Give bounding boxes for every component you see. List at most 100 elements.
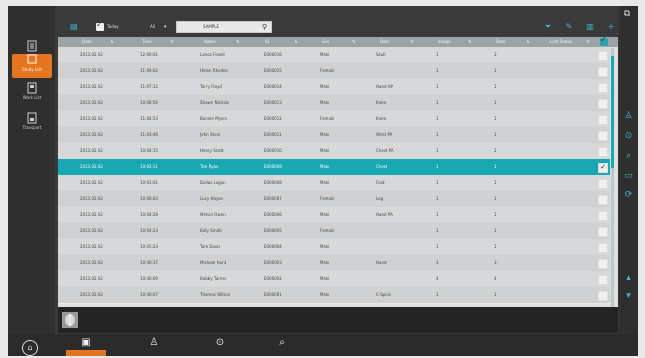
sort-icon[interactable]: ⇅ — [236, 37, 239, 47]
select-all-checkbox[interactable] — [600, 35, 608, 46]
person-standing-icon[interactable]: ♙ — [622, 110, 635, 122]
screen-icon[interactable]: ⧉ — [620, 8, 634, 20]
table-body: 2013.02.02 12:00:01 Lance Foxell E000016 Mal… — [58, 47, 610, 307]
add-icon[interactable]: + — [605, 21, 617, 33]
nav-item-work-list[interactable]: Work List — [12, 82, 52, 106]
cell-sex: Female — [320, 68, 335, 73]
bottom-tab-review[interactable]: ⌕ — [262, 334, 302, 356]
table-row[interactable]: 2013.02.02 11:09:02 Helen Rhodes E000015 Fem… — [58, 63, 610, 80]
cell-image: 1 — [436, 180, 439, 185]
calendar-icon[interactable]: ▤ — [70, 22, 79, 31]
table-row[interactable]: 2013.02.02 11:04:53 Bonnie Myers E000012 Fem… — [58, 111, 610, 128]
table-row[interactable]: 2013.02.02 11:07:12 Terry Floyd E000014 Male… — [58, 79, 610, 96]
sync-icon[interactable]: ⟳ — [622, 189, 635, 201]
play-icon[interactable]: ⊙ — [622, 130, 635, 142]
cell-id: E000012 — [264, 116, 282, 121]
row-checkbox[interactable] — [598, 291, 608, 301]
scroll-down-icon[interactable]: ▾ — [622, 290, 635, 302]
col-last-status[interactable]: Last Status — [550, 37, 572, 47]
cell-id: E000013 — [264, 100, 282, 105]
bottom-tab-viewer[interactable]: ⊙ — [200, 334, 240, 356]
table-row[interactable]: 2013.02.02 10:01:01 Dallas Logan E000008 Mal… — [58, 175, 610, 192]
table-row[interactable]: 2013.02.02 10:40:37 Michael Hunt E000003 Mal… — [58, 255, 610, 272]
sort-icon[interactable]: ⇅ — [468, 37, 471, 47]
row-checkbox[interactable] — [598, 227, 608, 237]
sort-icon[interactable]: ⇅ — [410, 37, 413, 47]
search-magnify-icon[interactable]: ⌕ — [622, 150, 635, 162]
delete-icon[interactable]: ▥ — [584, 21, 596, 33]
cell-id: E000011 — [264, 132, 282, 137]
row-checkbox[interactable] — [598, 131, 608, 141]
filter-all-dropdown[interactable]: All ▾ — [136, 22, 170, 32]
row-checkbox[interactable] — [598, 179, 608, 189]
table-row[interactable]: 2013.02.02 10:04:28 Melvin Owen E000006 Male… — [58, 207, 610, 224]
bottom-tab-study-list[interactable]: ▣ — [66, 334, 106, 356]
edit-icon[interactable]: ✎ — [563, 21, 575, 33]
row-checkbox[interactable] — [598, 243, 608, 253]
work-list-icon — [27, 82, 37, 94]
bottom-tab-acquire[interactable]: ♙ — [134, 334, 174, 356]
cell-id: E000004 — [264, 244, 282, 249]
table-row[interactable]: 2013.02.02 11:03:46 John Stein E000011 Male W… — [58, 127, 610, 144]
sort-icon[interactable]: ⇅ — [526, 37, 529, 47]
sort-icon[interactable]: ⇅ — [586, 37, 589, 47]
cell-id: E000003 — [264, 260, 282, 265]
col-id[interactable]: ID — [265, 37, 269, 47]
cell-time: 11:09:02 — [140, 68, 158, 73]
table-row[interactable]: 2013.02.02 10:00:03 Lucy Hayes E000007 Femal… — [58, 191, 610, 208]
nav-item-transport[interactable]: Transport — [12, 112, 52, 136]
row-checkbox[interactable] — [598, 275, 608, 285]
today-checkbox[interactable] — [96, 20, 104, 31]
cell-sex: Male — [320, 52, 330, 57]
table-row[interactable]: 2013.02.02 10:05:23 Tom Davis E000004 Male 1 1 — [58, 239, 610, 256]
col-image[interactable]: Image — [438, 37, 451, 47]
row-checkbox[interactable] — [598, 259, 608, 269]
col-date[interactable]: Date — [82, 37, 92, 47]
sort-icon[interactable]: ⇅ — [294, 37, 297, 47]
cell-time: 12:00:01 — [140, 52, 158, 57]
cell-sex: Female — [320, 196, 335, 201]
row-checkbox[interactable] — [598, 99, 608, 109]
sort-icon[interactable]: ⇅ — [110, 37, 113, 47]
col-date2[interactable]: Date — [496, 37, 506, 47]
cell-desc: Foot — [376, 180, 385, 185]
col-sex[interactable]: Sex — [322, 37, 329, 47]
table-row[interactable]: 2013.02.02 10:40:09 Bobby Turner E000002 Mal… — [58, 271, 610, 288]
cell-date: 2013.02.02 — [80, 228, 103, 233]
row-checkbox[interactable] — [598, 147, 608, 157]
cell-desc: Hand AP — [376, 84, 393, 89]
col-name[interactable]: Name — [204, 37, 216, 47]
scrollbar-thumb[interactable] — [611, 56, 614, 168]
sort-icon[interactable]: ⇅ — [170, 37, 173, 47]
scroll-up-icon[interactable]: ▴ — [622, 272, 635, 284]
table-row[interactable]: 2013.02.02 12:00:01 Lance Foxell E000016 Mal… — [58, 47, 610, 64]
table-row[interactable]: 2013.02.02 10:08:56 Shawn Nichols E000013 Ma… — [58, 95, 610, 112]
row-checkbox[interactable]: ✓ — [598, 163, 608, 173]
row-checkbox[interactable] — [598, 211, 608, 221]
table-row[interactable]: 2013.02.02 10:04:15 Henry Scott E000010 Male… — [58, 143, 610, 160]
col-desc[interactable]: Desc — [380, 37, 390, 47]
xray-thumbnail[interactable] — [62, 312, 78, 328]
cell-image: 1 — [436, 244, 439, 249]
nav-item-study-list[interactable]: Study List — [12, 54, 52, 78]
chevron-down-icon: ▾ — [164, 24, 167, 30]
cell-id: E000005 — [264, 228, 282, 233]
row-checkbox[interactable] — [598, 83, 608, 93]
row-checkbox[interactable] — [598, 195, 608, 205]
film-icon[interactable]: ▭ — [622, 170, 635, 182]
table-row[interactable]: 2013.02.02 10:40:07 Thomas Wilson E000001 Ma… — [58, 287, 610, 304]
home-icon[interactable]: ⌂ — [22, 340, 38, 356]
search-icon[interactable]: ⚲ — [262, 22, 267, 32]
filter-icon[interactable]: ⏷ — [542, 21, 554, 33]
table-scrollbar[interactable] — [611, 48, 614, 312]
row-checkbox[interactable] — [598, 115, 608, 125]
row-checkbox[interactable] — [598, 67, 608, 77]
table-row[interactable]: 2013.02.02 10:04:23 Katy Smith E000005 Femal… — [58, 223, 610, 240]
cell-image: 1 — [436, 84, 439, 89]
col-time[interactable]: Time — [142, 37, 152, 47]
search-input[interactable]: SAMPLE ⚲ — [176, 21, 272, 33]
row-checkbox[interactable] — [598, 51, 608, 61]
nav-label-transport: Transport — [22, 125, 42, 130]
table-row[interactable]: 2013.02.02 10:02:11 Tim Ryan E000009 Male Che… — [58, 159, 610, 176]
sort-icon[interactable]: ⇅ — [352, 37, 355, 47]
